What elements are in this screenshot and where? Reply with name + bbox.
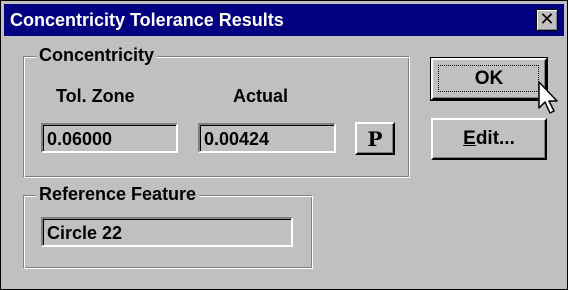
ok-button[interactable]: OK <box>430 57 548 101</box>
reference-feature-field[interactable]: Circle 22 <box>41 217 293 247</box>
reference-feature-value: Circle 22 <box>43 219 291 245</box>
p-button-label: P <box>367 126 383 151</box>
close-button[interactable]: ✕ <box>536 9 558 31</box>
tol-zone-value: 0.06000 <box>43 125 176 151</box>
dialog-window: Concentricity Tolerance Results ✕ Concen… <box>0 0 568 290</box>
edit-mnemonic: E <box>463 128 476 149</box>
reference-feature-legend: Reference Feature <box>36 183 200 205</box>
actual-value: 0.00424 <box>200 125 334 151</box>
edit-button-label: Edit... <box>463 128 515 150</box>
edit-label-rest: dit... <box>475 128 515 149</box>
focus-rectangle <box>438 65 539 92</box>
tol-zone-field[interactable]: 0.06000 <box>41 123 178 153</box>
actual-label: Actual <box>233 86 289 106</box>
close-icon: ✕ <box>539 9 555 30</box>
tol-zone-label: Tol. Zone <box>56 86 135 106</box>
p-button[interactable]: P <box>355 122 395 155</box>
edit-button[interactable]: Edit... <box>431 118 547 160</box>
concentricity-group: Concentricity <box>23 44 410 178</box>
window-title: Concentricity Tolerance Results <box>10 10 284 30</box>
concentricity-legend: Concentricity <box>36 44 158 66</box>
title-bar[interactable]: Concentricity Tolerance Results ✕ <box>4 4 564 36</box>
mouse-pointer-icon <box>538 81 558 114</box>
actual-field[interactable]: 0.00424 <box>198 123 336 153</box>
